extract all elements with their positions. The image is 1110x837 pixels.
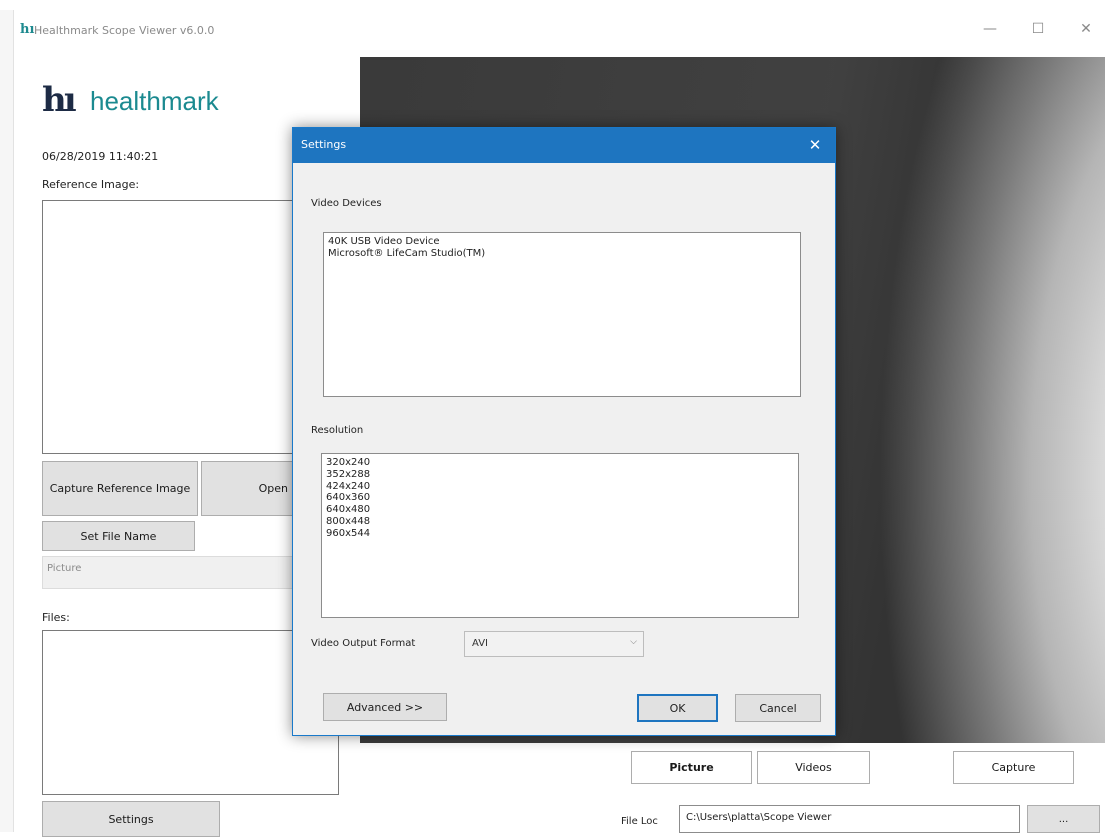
resolution-item[interactable]: 640x480 — [326, 504, 794, 516]
videos-mode-button[interactable]: Videos — [757, 751, 870, 784]
ok-button[interactable]: OK — [637, 694, 718, 722]
reference-image-box — [42, 200, 332, 454]
file-location-label: File Loc — [621, 816, 658, 827]
dialog-title: Settings — [301, 138, 347, 151]
healthmark-logo-mark: hı — [42, 80, 77, 120]
dialog-close-button[interactable]: ✕ — [803, 134, 827, 156]
capture-reference-image-button[interactable]: Capture Reference Image — [42, 461, 198, 516]
picture-mode-button[interactable]: Picture — [631, 751, 752, 784]
resolution-item[interactable]: 424x240 — [326, 481, 794, 493]
resolution-item[interactable]: 640x360 — [326, 492, 794, 504]
video-output-format-value: AVI — [472, 638, 488, 649]
resolution-item[interactable]: 320x240 — [326, 457, 794, 469]
settings-dialog: Settings ✕ Video Devices 40K USB Video D… — [292, 127, 836, 736]
video-device-item[interactable]: Microsoft® LifeCam Studio(TM) — [328, 248, 796, 260]
resolution-item[interactable]: 352x288 — [326, 469, 794, 481]
video-devices-label: Video Devices — [311, 198, 382, 209]
minimize-button[interactable]: — — [977, 18, 1003, 40]
dialog-title-bar: Settings ✕ — [293, 128, 835, 163]
video-output-format-label: Video Output Format — [311, 638, 416, 649]
advanced-button[interactable]: Advanced >> — [323, 693, 447, 721]
resolution-list[interactable]: 320x240 352x288 424x240 640x360 640x480 … — [321, 453, 799, 618]
background-window-edge — [0, 10, 14, 832]
file-location-input[interactable]: C:\Users\platta\Scope Viewer — [679, 805, 1020, 833]
browse-button[interactable]: ... — [1027, 805, 1100, 833]
resolution-label: Resolution — [311, 425, 364, 436]
set-file-name-button[interactable]: Set File Name — [42, 521, 195, 551]
desktop-strip — [0, 0, 1110, 10]
cancel-button[interactable]: Cancel — [735, 694, 821, 722]
video-devices-list[interactable]: 40K USB Video Device Microsoft® LifeCam … — [323, 232, 801, 397]
maximize-button[interactable]: ☐ — [1025, 18, 1051, 40]
video-output-format-select[interactable]: AVI ⌵ — [464, 631, 644, 657]
file-name-input[interactable]: Picture — [42, 556, 302, 589]
video-device-item[interactable]: 40K USB Video Device — [328, 236, 796, 248]
resolution-item[interactable]: 960x544 — [326, 528, 794, 540]
app-icon: hı — [20, 22, 35, 37]
resolution-item[interactable]: 800x448 — [326, 516, 794, 528]
timestamp: 06/28/2019 11:40:21 — [42, 150, 159, 163]
window-title: Healthmark Scope Viewer v6.0.0 — [34, 24, 215, 37]
healthmark-logo-text: healthmark — [90, 86, 219, 116]
close-button[interactable]: ✕ — [1073, 18, 1099, 40]
files-label: Files: — [42, 611, 70, 624]
reference-image-label: Reference Image: — [42, 178, 140, 191]
chevron-down-icon: ⌵ — [630, 637, 637, 647]
capture-button[interactable]: Capture — [953, 751, 1074, 784]
